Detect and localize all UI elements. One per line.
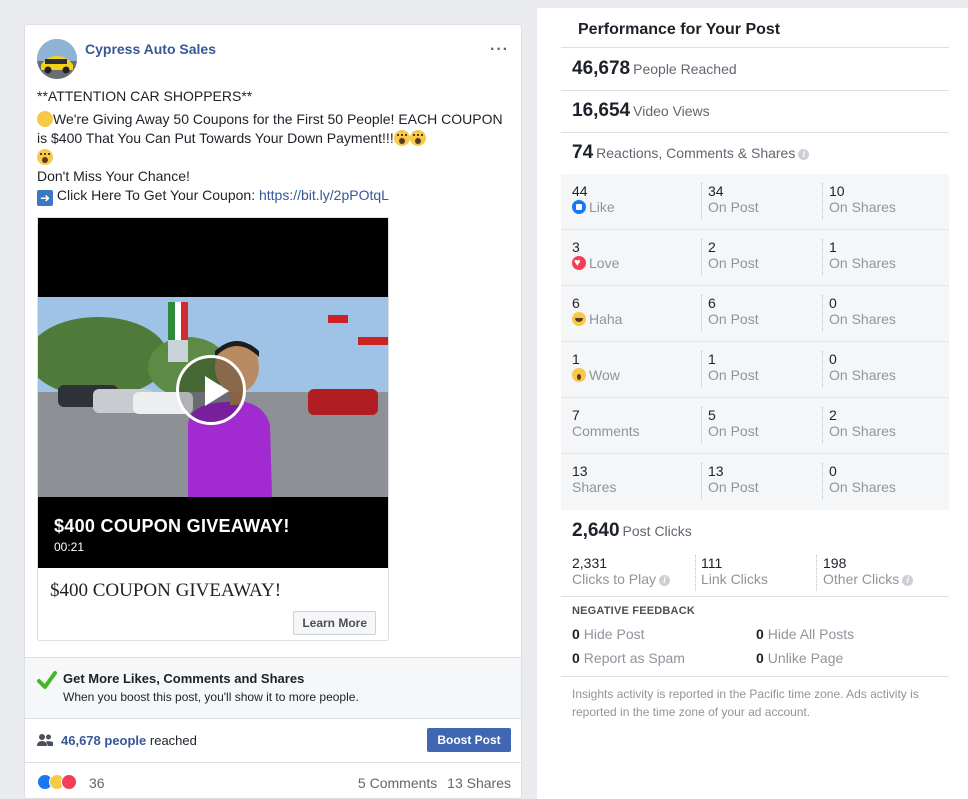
performance-panel: Performance for Your Post 46,678 People R… [537, 8, 968, 799]
post-line-heading: **ATTENTION CAR SHOPPERS** [37, 88, 253, 104]
reactions-breakdown-table: 44Like 34On Post 10On Shares 3Love 2On P… [561, 174, 949, 510]
video-title: $400 COUPON GIVEAWAY! [54, 516, 290, 536]
post-clicks-stat: 2,640 Post Clicks [572, 520, 692, 541]
video-attachment[interactable]: $400 COUPON GIVEAWAY! 00:21 $400 COUPON … [37, 217, 389, 641]
post-footer: 36 5 Comments 13 Shares [25, 763, 521, 798]
hide-post-stat: 0 Hide Post [572, 626, 645, 642]
table-row: 1 Wow 1 On Post 0 On Shares [561, 342, 949, 398]
post-line-cta: ➜ Click Here To Get Your Coupon: https:/… [37, 186, 515, 206]
engagement-stat: 74 Reactions, Comments & Shares i [572, 142, 810, 164]
promo-title: Get More Likes, Comments and Shares [63, 671, 305, 686]
post-line-chance: Don't Miss Your Chance! [37, 168, 190, 184]
scream-emoji-icon [409, 130, 426, 146]
comments-count-link[interactable]: 5 Comments [358, 775, 437, 791]
arrow-right-icon: ➜ [37, 190, 53, 206]
shares-count-link[interactable]: 13 Shares [447, 775, 511, 791]
boost-post-button[interactable]: Boost Post [427, 728, 511, 752]
people-icon [37, 734, 53, 746]
love-icon [572, 255, 586, 271]
coupon-link[interactable]: https://bit.ly/2pPOtqL [259, 187, 389, 203]
page-name-link[interactable]: Cypress Auto Sales [85, 41, 216, 57]
page-avatar[interactable] [37, 39, 77, 79]
performance-title: Performance for Your Post [578, 21, 781, 38]
people-reached-stat: 46,678 People Reached [572, 58, 737, 79]
promo-subtitle: When you boost this post, you'll show it… [63, 690, 359, 704]
raised-hands-emoji-icon [37, 111, 53, 127]
video-views-stat: 16,654 Video Views [572, 100, 710, 121]
post-card: Cypress Auto Sales ··· **ATTENTION CAR S… [24, 24, 522, 799]
like-icon [572, 200, 586, 214]
boost-promo-banner: Get More Likes, Comments and Shares When… [25, 657, 521, 719]
learn-more-button[interactable]: Learn More [293, 611, 376, 635]
info-icon[interactable]: i [798, 149, 810, 160]
table-row: 6 Haha 6 On Post 0 On Shares [561, 286, 949, 342]
divider [561, 47, 949, 48]
info-icon[interactable]: i [902, 575, 914, 586]
divider [561, 90, 949, 91]
reaction-count[interactable]: 36 [89, 775, 105, 791]
other-clicks-stat: 198 Other Clicks i [816, 555, 914, 591]
checkmark-icon [37, 671, 57, 689]
info-icon[interactable]: i [659, 575, 671, 586]
timezone-footnote: Insights activity is reported in the Pac… [572, 687, 919, 719]
post-line-offer: We're Giving Away 50 Coupons for the Fir… [37, 110, 515, 167]
video-duration: 00:21 [54, 540, 85, 554]
love-reaction-icon [61, 774, 77, 790]
reach-row: 46,678 people reached Boost Post [25, 719, 521, 763]
video-player[interactable]: $400 COUPON GIVEAWAY! 00:21 [38, 218, 388, 568]
wow-icon [572, 368, 586, 382]
scream-emoji-icon [393, 130, 410, 146]
reaction-icons[interactable] [37, 774, 87, 790]
reach-summary: 46,678 people reached [61, 733, 197, 748]
clicks-to-play-stat: 2,331 Clicks to Play i [572, 555, 671, 587]
post-header: Cypress Auto Sales ··· [37, 37, 509, 81]
comment-share-counts: 5 Comments 13 Shares [352, 775, 511, 791]
negative-feedback-title: NEGATIVE FEEDBACK [572, 605, 695, 617]
unlike-page-stat: 0 Unlike Page [756, 650, 844, 666]
divider [561, 676, 949, 677]
haha-icon [572, 312, 586, 326]
divider [561, 596, 949, 597]
scream-emoji-icon [37, 149, 53, 165]
reach-count-link[interactable]: 46,678 people [61, 733, 146, 748]
table-row: 7 Comments 5 On Post 2 On Shares [561, 398, 949, 454]
play-button[interactable] [176, 355, 246, 425]
table-row: 3Love 2On Post 1On Shares [561, 230, 949, 286]
post-message: **ATTENTION CAR SHOPPERS** We're Giving … [37, 87, 515, 206]
more-options-icon[interactable]: ··· [490, 41, 509, 59]
link-clicks-stat: 111 Link Clicks [695, 555, 768, 591]
report-spam-stat: 0 Report as Spam [572, 650, 685, 666]
hide-all-posts-stat: 0 Hide All Posts [756, 626, 855, 642]
table-row: 13 Shares 13 On Post 0 On Shares [561, 454, 949, 510]
divider [561, 132, 949, 133]
attachment-caption: $400 COUPON GIVEAWAY! [50, 580, 282, 601]
table-row: 44 Like 34 On Post 10 On Shares [561, 174, 949, 230]
